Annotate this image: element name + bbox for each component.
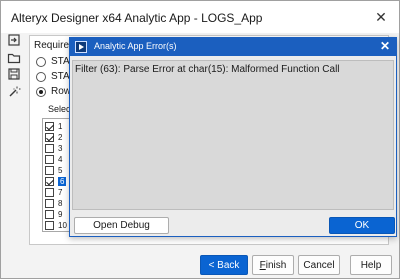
- list-item-label: 7: [58, 187, 63, 197]
- list-item-label: 1: [58, 121, 63, 131]
- error-message: Filter (63): Parse Error at char(15): Ma…: [72, 60, 394, 210]
- list-item-label: 4: [58, 154, 63, 164]
- checkbox[interactable]: [45, 121, 54, 131]
- list-item-label: 9: [58, 209, 63, 219]
- checkbox[interactable]: [45, 132, 54, 142]
- wand-icon[interactable]: [7, 85, 21, 99]
- checkbox[interactable]: [45, 198, 54, 208]
- list-item-label: 8: [58, 198, 63, 208]
- help-button[interactable]: Help: [350, 255, 392, 275]
- close-icon[interactable]: ✕: [380, 39, 390, 53]
- radio-button[interactable]: [36, 56, 46, 67]
- save-icon[interactable]: [7, 67, 21, 81]
- error-dialog: Analytic App Error(s) ✕ Filter (63): Par…: [69, 37, 397, 237]
- list-item-label: 6: [58, 176, 67, 186]
- finish-button[interactable]: Finish: [252, 255, 294, 275]
- checkbox[interactable]: [45, 154, 54, 164]
- radio-button[interactable]: [36, 86, 46, 97]
- title-bar: Alteryx Designer x64 Analytic App - LOGS…: [1, 1, 399, 33]
- finish-label-rest: inish: [265, 259, 287, 271]
- log-in-icon[interactable]: [7, 33, 21, 47]
- checkbox[interactable]: [45, 209, 54, 219]
- list-item-label: 2: [58, 132, 63, 142]
- window-title: Alteryx Designer x64 Analytic App - LOGS…: [11, 11, 263, 25]
- checkbox[interactable]: [45, 143, 54, 153]
- list-item-label: 3: [58, 143, 63, 153]
- checkbox[interactable]: [45, 187, 54, 197]
- dialog-title: Analytic App Error(s): [94, 41, 177, 51]
- ok-button[interactable]: OK: [329, 217, 395, 234]
- close-icon[interactable]: ✕: [371, 7, 391, 27]
- checkbox[interactable]: [45, 220, 54, 230]
- checkbox[interactable]: [45, 176, 54, 186]
- folder-icon[interactable]: [7, 51, 21, 65]
- app-icon: [75, 41, 87, 53]
- list-item-label: 5: [58, 165, 63, 175]
- open-debug-button[interactable]: Open Debug: [74, 217, 169, 234]
- back-button[interactable]: < Back: [200, 255, 248, 275]
- side-toolbar: [5, 33, 25, 103]
- checkbox[interactable]: [45, 165, 54, 175]
- dialog-title-bar: Analytic App Error(s) ✕: [70, 38, 396, 56]
- cancel-button[interactable]: Cancel: [298, 255, 340, 275]
- radio-button[interactable]: [36, 71, 46, 82]
- list-item-label: 10: [58, 220, 67, 230]
